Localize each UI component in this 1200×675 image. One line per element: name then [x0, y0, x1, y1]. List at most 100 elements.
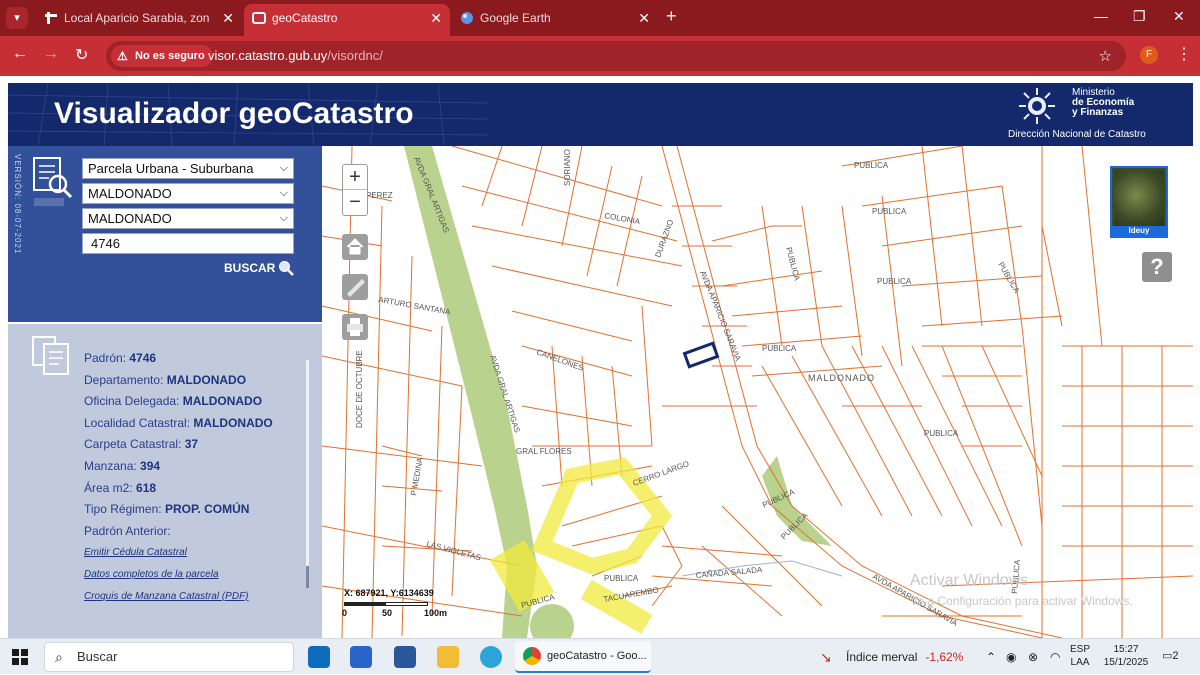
page-title: Visualizador geoCatastro [54, 97, 414, 130]
scale-label-50: 50 [382, 608, 393, 618]
word-icon[interactable] [394, 646, 416, 668]
scrollbar-thumb[interactable] [306, 566, 309, 588]
scale-bar [344, 602, 428, 606]
minimize-icon[interactable]: — [1094, 8, 1108, 24]
stock-widget[interactable]: ↘ Índice merval -1,62% [818, 639, 963, 675]
outlook-icon[interactable] [308, 646, 330, 668]
edge-icon[interactable] [480, 646, 502, 668]
notifications-button[interactable]: ▭2 [1162, 649, 1180, 665]
tab-search-button[interactable]: ▾ [6, 7, 28, 29]
bookmark-star-icon[interactable]: ☆ [1099, 47, 1112, 65]
language-indicator[interactable]: ESP LAA [1070, 643, 1090, 669]
field-label: Oficina Delegada: [84, 394, 180, 409]
regimen-row: Tipo Régimen: PROP. COMÚN [84, 499, 273, 521]
direction-name: Dirección Nacional de Catastro [1008, 129, 1146, 140]
datos-completos-link[interactable]: Datos completos de la parcela [84, 564, 273, 586]
street-label: GRAL FLORES [516, 447, 572, 456]
search-icon [279, 261, 294, 276]
street-label: CAÑADA SALADA [695, 565, 763, 580]
street-label: PUBLICA [872, 207, 907, 216]
street-label: PUBLICA [762, 344, 797, 353]
search-button[interactable]: BUSCAR [224, 259, 294, 277]
version-label: VERSIÓN: 08-07-2021 [13, 154, 22, 255]
emitir-cedula-link[interactable]: Emitir Cédula Catastral [84, 542, 273, 564]
padron-input[interactable]: 4746 [82, 233, 294, 254]
measure-button[interactable] [342, 274, 368, 300]
tab-google-earth[interactable]: Google Earth ✕ [452, 4, 658, 32]
department-value: MALDONADO [88, 186, 172, 201]
print-button[interactable] [342, 314, 368, 340]
street-label: PUBLICA [924, 429, 959, 438]
taskbar-chrome-app[interactable]: geoCatastro - Goo... [515, 641, 651, 673]
tray-chevron-icon[interactable]: ⌃ [986, 639, 996, 675]
ruler-icon [347, 279, 365, 297]
stock-name: Índice merval [846, 650, 918, 664]
tab-local-aparicio[interactable]: Local Aparicio Sarabia, zona Ba ✕ [36, 4, 242, 32]
scale-label-0: 0 [342, 608, 348, 618]
documents-icon [32, 336, 69, 375]
coordinate-readout: X: 687921, Y:6134639 [344, 588, 434, 598]
clock-time: 15:27 [1113, 644, 1139, 655]
department-select[interactable]: MALDONADO ⌵ [82, 183, 294, 204]
locality-select[interactable]: MALDONADO ⌵ [82, 208, 294, 229]
notification-count: 2 [1172, 650, 1179, 662]
parcel-type-value: Parcela Urbana - Suburbana [88, 161, 254, 176]
croquis-manzana-link[interactable]: Croquis de Manzana Catastral (PDF) [84, 586, 273, 608]
area-label: MALDONADO [808, 373, 875, 383]
manzana-value: 394 [140, 458, 161, 473]
info-scrollbar[interactable] [306, 360, 309, 588]
language-code: ESP [1070, 644, 1091, 655]
system-clock[interactable]: 15:27 15/1/2025 [1100, 643, 1152, 669]
tray-recorder-icon[interactable]: ⊗ [1028, 639, 1038, 675]
zoom-out-button[interactable]: − [343, 190, 367, 215]
back-icon[interactable]: ← [12, 45, 28, 63]
windows-start-icon[interactable] [12, 649, 28, 665]
sun-emblem-icon [1019, 88, 1055, 124]
street-label: ARTURO SANTANA [378, 295, 452, 317]
street-label: PUBLICA [604, 574, 639, 583]
carpeta-row: Carpeta Catastral: 37 [84, 434, 273, 456]
street-label: TACUAREMBO [603, 585, 660, 604]
basemap-thumbnail[interactable]: Ideuy [1110, 166, 1168, 238]
browser-toolbar: ← → ↻ ⚠ No es seguro visor.catastro.gub.… [0, 36, 1200, 76]
address-bar[interactable]: ⚠ No es seguro visor.catastro.gub.uy/vis… [106, 41, 1126, 71]
window-close-icon[interactable]: ✕ [1173, 8, 1185, 25]
menu-kebab-icon[interactable]: ⋮ [1176, 44, 1192, 64]
tab-geocatastro[interactable]: geoCatastro ✕ [244, 4, 450, 36]
file-explorer-icon[interactable] [437, 646, 459, 668]
clock-date: 15/1/2025 [1103, 657, 1149, 668]
close-icon[interactable]: ✕ [222, 4, 234, 32]
selected-parcel[interactable] [682, 341, 720, 369]
profile-avatar[interactable]: F [1140, 46, 1158, 64]
field-label: Departamento: [84, 372, 164, 387]
close-icon[interactable]: ✕ [638, 4, 650, 32]
cadastral-map[interactable]: AVDA GRAL ARTIGAS PEREZ SORIANO COLONIA … [322, 146, 1193, 638]
field-label: Área m2: [84, 480, 133, 495]
tray-app-icon[interactable]: ◉ [1006, 639, 1016, 675]
map-canvas[interactable]: AVDA GRAL ARTIGAS PEREZ SORIANO COLONIA … [322, 146, 1193, 638]
street-labels: AVDA GRAL ARTIGAS PEREZ SORIANO COLONIA … [355, 149, 1022, 628]
store-icon[interactable] [350, 646, 372, 668]
page-content: Visualizador geoCatastro Ministerio de E… [0, 76, 1200, 638]
chevron-down-icon: ⌵ [279, 212, 288, 224]
security-chip[interactable]: ⚠ No es seguro [111, 45, 213, 67]
padron-anterior-row: Padrón Anterior: [84, 521, 273, 543]
url-path: /visordnc/ [327, 48, 383, 63]
home-button[interactable] [342, 234, 368, 260]
reload-icon[interactable]: ↻ [75, 45, 88, 65]
padron-value: 4746 [129, 351, 157, 365]
restore-icon[interactable]: ❐ [1133, 8, 1146, 25]
taskbar-search-input[interactable]: ⌕ Buscar [44, 642, 294, 672]
wifi-icon[interactable]: ◠ [1050, 639, 1060, 675]
street-label: SORIANO [563, 149, 572, 186]
ministry-name: Ministerio de Economía y Finanzas [1072, 88, 1134, 118]
help-button[interactable]: ? [1142, 252, 1172, 282]
forward-icon[interactable]: → [43, 45, 59, 63]
new-tab-button[interactable]: + [666, 6, 677, 27]
parcel-type-select[interactable]: Parcela Urbana - Suburbana ⌵ [82, 158, 294, 179]
url-text[interactable]: visor.catastro.gub.uy/visordnc/ [208, 41, 383, 71]
zoom-in-button[interactable]: + [343, 165, 367, 190]
street-label: CANELONES [535, 347, 584, 372]
close-icon[interactable]: ✕ [430, 4, 442, 32]
street-label: DURAZNO [653, 218, 675, 258]
